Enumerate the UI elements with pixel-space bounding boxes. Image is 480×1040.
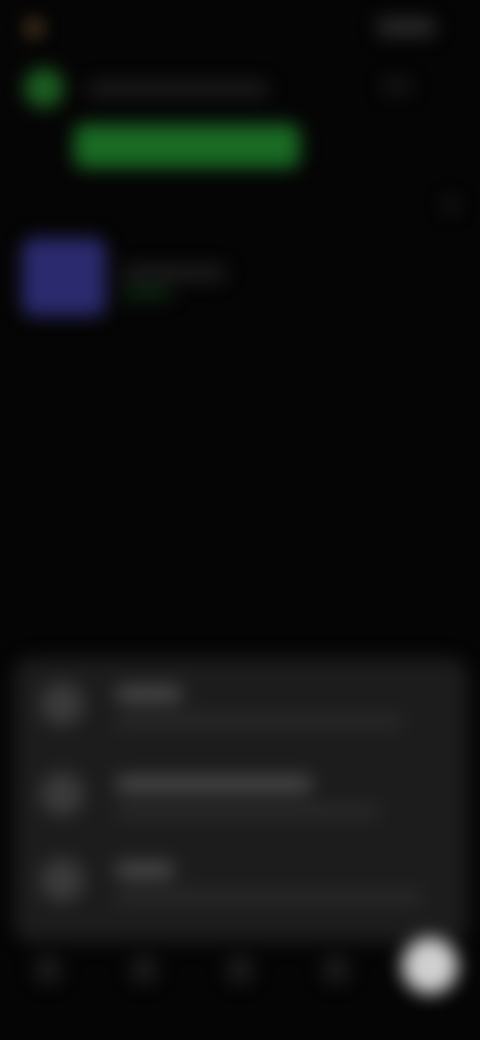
top-bar — [0, 0, 480, 60]
media-subtitle — [122, 288, 172, 298]
bottom-nav — [0, 930, 480, 1020]
sheet-item-title — [116, 776, 312, 792]
media-thumbnail[interactable] — [22, 238, 106, 316]
avatar — [24, 68, 64, 108]
back-button[interactable] — [26, 16, 186, 40]
back-icon — [26, 20, 42, 36]
sheet-item-subtitle — [116, 716, 402, 726]
sheet-item[interactable] — [36, 674, 456, 744]
sheet-item-title — [116, 862, 174, 878]
sheet-item[interactable] — [36, 764, 456, 834]
sheet-item-subtitle — [116, 806, 378, 816]
profile-name — [88, 82, 268, 96]
profile-row[interactable] — [18, 64, 458, 120]
bottom-sheet — [14, 658, 468, 942]
library-icon[interactable] — [226, 956, 254, 984]
sheet-item-icon — [40, 858, 84, 902]
app-screen — [0, 0, 480, 1040]
primary-action-button[interactable] — [74, 124, 300, 168]
sheet-item-title — [116, 686, 182, 702]
sheet-item-icon — [40, 772, 84, 816]
home-icon[interactable] — [34, 956, 62, 984]
profile-meta — [382, 80, 412, 92]
sheet-item-subtitle — [116, 892, 422, 902]
header-action[interactable] — [376, 18, 436, 36]
search-icon[interactable] — [130, 956, 158, 984]
sheet-item-icon — [40, 682, 84, 726]
media-title[interactable] — [122, 266, 226, 280]
more-icon[interactable] — [444, 198, 458, 212]
sheet-item[interactable] — [36, 850, 456, 920]
profile-icon[interactable] — [322, 956, 350, 984]
add-icon[interactable] — [402, 938, 458, 994]
